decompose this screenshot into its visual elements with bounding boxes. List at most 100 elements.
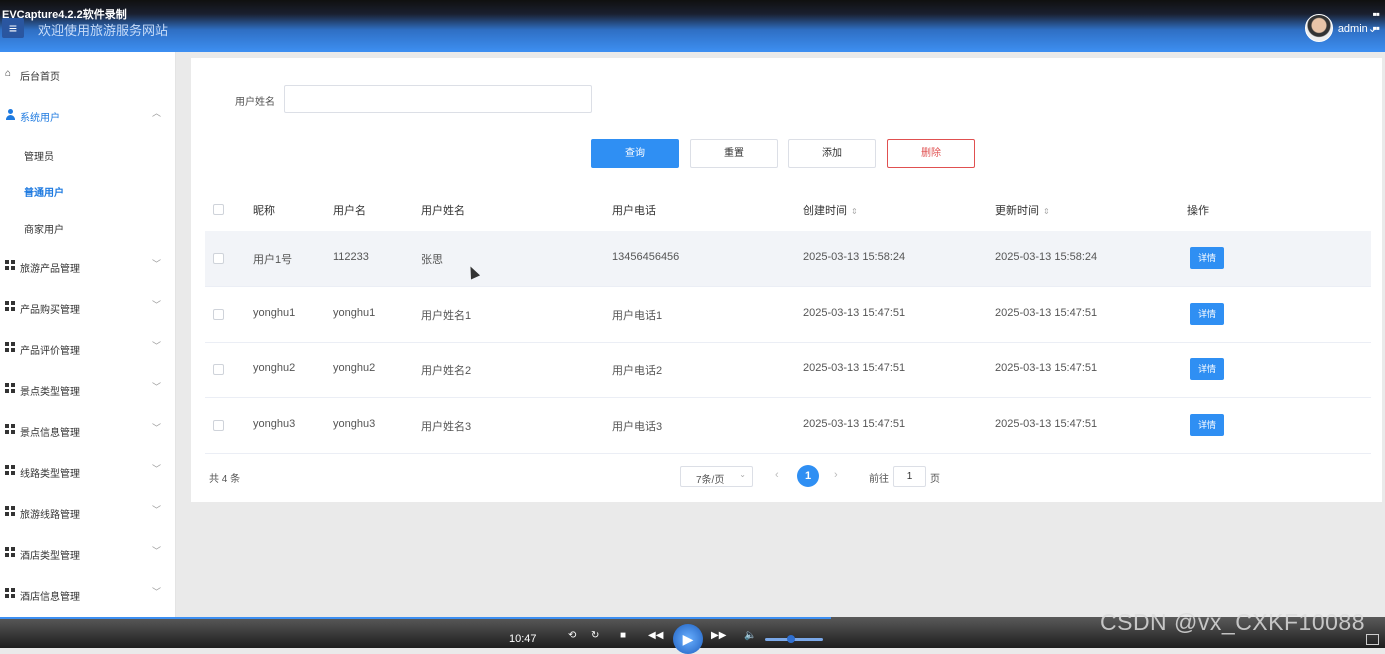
cell-username: yonghu2 [333, 362, 376, 374]
total-count: 共 4 条 [209, 474, 241, 485]
sidebar-group-item[interactable]: 酒店类型管理 ﹀ [0, 543, 175, 563]
cell-created: 2025-03-13 15:58:24 [803, 251, 906, 263]
sort-icon[interactable]: ⇕ [1043, 207, 1050, 216]
cell-created: 2025-03-13 15:47:51 [803, 306, 906, 319]
site-title: 欢迎使用旅游服务网站 [38, 23, 169, 38]
cell-updated: 2025-03-13 15:47:51 [995, 362, 1098, 374]
search-label: 用户姓名 [235, 97, 275, 108]
chevron-down-icon: ﹀ [151, 300, 161, 310]
row-checkbox[interactable] [213, 419, 224, 431]
home-icon: ⌂ [5, 68, 12, 79]
delete-button[interactable]: 删除 [887, 139, 975, 168]
fast-forward-icon[interactable]: ▶▶ [711, 630, 726, 641]
current-page[interactable]: 1 [797, 465, 819, 487]
cell-realname: 用户姓名1 [421, 309, 472, 322]
sidebar-group-item[interactable]: 旅游产品管理 ﹀ [0, 256, 175, 276]
col-realname: 用户姓名 [421, 205, 465, 217]
sidebar-sub-admin[interactable]: 管理员 [24, 148, 54, 163]
next-page-icon[interactable]: › [834, 469, 838, 481]
grid-block-icon [5, 506, 16, 517]
add-button[interactable]: 添加 [788, 139, 876, 168]
chevron-down-icon: ﹀ [151, 382, 161, 392]
grid-block-icon [5, 465, 16, 476]
realname-search-input[interactable] [284, 85, 592, 113]
rewind-icon[interactable]: ◀◀ [648, 630, 663, 641]
reset-button[interactable]: 重置 [690, 139, 778, 168]
col-action: 操作 [1187, 205, 1209, 217]
fullscreen-icon[interactable] [1366, 634, 1379, 645]
col-nickname: 昵称 [253, 205, 275, 217]
watermark: CSDN @vx_CXKF10088 [1100, 609, 1365, 635]
sidebar-item-home[interactable]: ⌂ 后台首页 [0, 64, 175, 84]
sidebar-group-item[interactable]: 产品评价管理 ﹀ [0, 338, 175, 358]
col-created[interactable]: 创建时间 ⇕ [803, 202, 858, 218]
sidebar-group-item[interactable]: 酒店信息管理 ﹀ [0, 584, 175, 604]
row-checkbox[interactable] [213, 253, 224, 264]
cell-updated: 2025-03-13 15:47:51 [995, 306, 1098, 319]
chevron-down-icon: ⌄ [739, 470, 746, 479]
grid-block-icon [5, 260, 16, 271]
playback-progress[interactable] [0, 617, 831, 619]
sidebar-group-item[interactable]: 景点类型管理 ﹀ [0, 379, 175, 399]
grid-block-icon [5, 383, 16, 394]
page-size-select[interactable]: 7条/页 ⌄ [680, 466, 753, 487]
prev-page-icon[interactable]: ‹ [775, 469, 779, 481]
grid-block-icon [5, 424, 16, 435]
grid-block-icon [5, 301, 16, 312]
cell-nickname: yonghu2 [253, 362, 296, 374]
chevron-down-icon: ﹀ [151, 546, 161, 556]
goto-page-input[interactable]: 1 [893, 466, 926, 487]
sort-icon[interactable]: ⇕ [851, 207, 858, 216]
sidebar-item-system-users[interactable]: 系统用户 ︿ [0, 105, 175, 125]
playback-time: 10:47 [509, 633, 537, 645]
cell-phone: 13456456456 [612, 251, 680, 263]
avatar[interactable] [1305, 14, 1333, 42]
cell-updated: 2025-03-13 15:47:51 [995, 417, 1098, 430]
grid-block-icon [5, 547, 16, 558]
cell-created: 2025-03-13 15:47:51 [803, 417, 906, 430]
cell-username: 112233 [333, 251, 369, 263]
sidebar-group-item[interactable]: 线路类型管理 ﹀ [0, 461, 175, 481]
play-icon[interactable]: ▶ [673, 624, 703, 654]
col-updated[interactable]: 更新时间 ⇕ [995, 202, 1050, 218]
cell-username: yonghu3 [333, 417, 376, 430]
cell-realname: 张思 [421, 254, 443, 266]
detail-button[interactable]: 详情 [1190, 413, 1224, 436]
volume-knob[interactable] [787, 635, 795, 643]
chevron-down-icon: ﹀ [151, 259, 161, 269]
sidebar-group-item[interactable]: 旅游线路管理 ﹀ [0, 502, 175, 522]
detail-button[interactable]: 详情 [1190, 358, 1224, 380]
col-username: 用户名 [333, 205, 366, 217]
query-button[interactable]: 查询 [591, 139, 679, 168]
cell-nickname: yonghu1 [253, 306, 296, 319]
detail-button[interactable]: 详情 [1190, 247, 1224, 269]
row-checkbox[interactable] [213, 364, 224, 375]
row-checkbox[interactable] [213, 308, 224, 320]
chevron-down-icon: ﹀ [151, 464, 161, 474]
chevron-down-icon: ﹀ [151, 423, 161, 433]
sidebar-group-item[interactable]: 景点信息管理 ﹀ [0, 420, 175, 440]
goto-label: 前往 [869, 474, 889, 485]
cell-updated: 2025-03-13 15:58:24 [995, 251, 1098, 263]
cell-phone: 用户电话2 [612, 365, 663, 377]
chevron-down-icon: ﹀ [151, 341, 161, 351]
volume-icon[interactable]: 🔈 [744, 630, 756, 641]
select-all-checkbox[interactable] [213, 204, 224, 215]
sidebar-group-item[interactable]: 产品购买管理 ﹀ [0, 297, 175, 317]
sidebar-sub-merchant-user[interactable]: 商家用户 [24, 221, 64, 236]
chevron-up-icon: ︿ [151, 108, 161, 118]
detail-button[interactable]: 详情 [1190, 302, 1224, 325]
cell-realname: 用户姓名3 [421, 420, 472, 433]
col-phone: 用户电话 [612, 205, 656, 217]
sidebar-sub-normal-user[interactable]: 普通用户 [24, 184, 64, 199]
goto-unit: 页 [930, 474, 940, 485]
cell-nickname: yonghu3 [253, 417, 296, 430]
stop-icon[interactable]: ■ [620, 630, 626, 641]
grid-block-icon [5, 342, 16, 353]
cell-phone: 用户电话3 [612, 420, 663, 433]
menu-toggle-icon[interactable]: ≡ [2, 18, 24, 38]
user-menu[interactable]: admin⌄ [1338, 22, 1377, 35]
rewind-mark-icon[interactable]: ⟲ [568, 630, 576, 641]
cell-phone: 用户电话1 [612, 309, 663, 322]
refresh-icon[interactable]: ↻ [591, 630, 599, 641]
